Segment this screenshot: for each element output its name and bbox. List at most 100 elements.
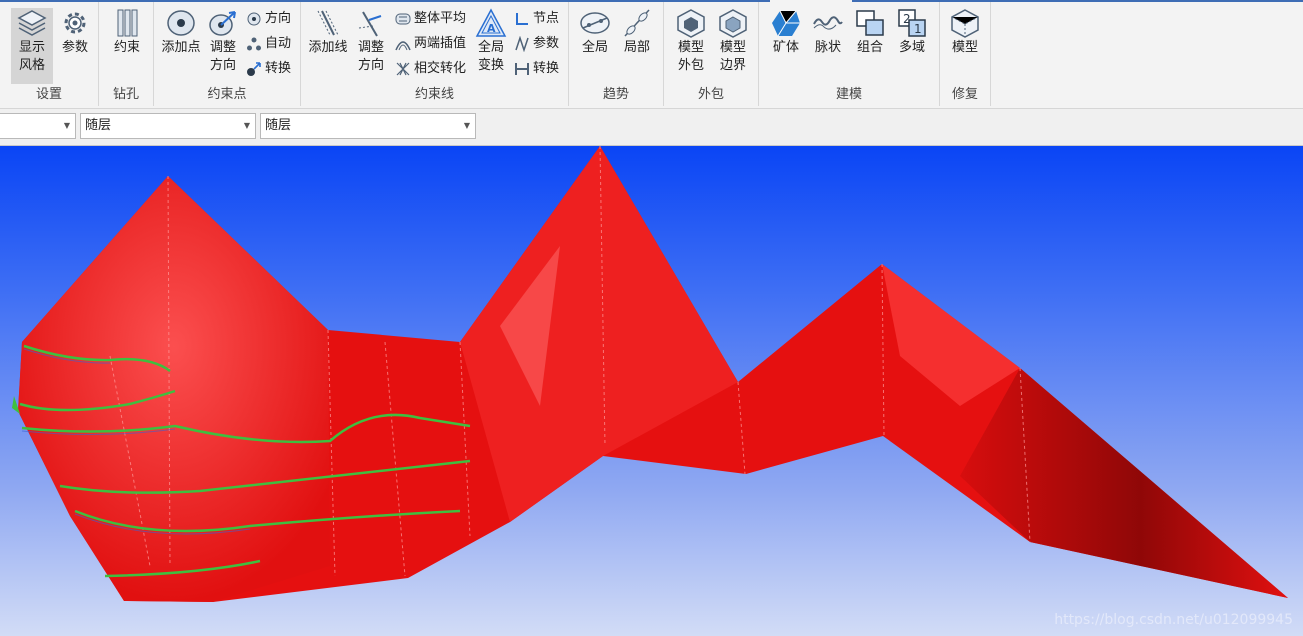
combine-label: 组合 [856, 40, 883, 55]
ribbon-toolbar: 显示 风格 参数 设置 约束 钻孔 添加点 调整 方向 方向 自动 转换 约束点… [0, 0, 1303, 109]
group-label-modeling: 建模 [835, 87, 862, 102]
chevron-down-icon: ▼ [463, 121, 470, 130]
trend-local-label: 局部 [623, 40, 650, 55]
property-bar: ▼ 随层 ▼ 随层 ▼ [0, 109, 1303, 146]
chevron-down-icon: ▼ [243, 121, 250, 130]
trend-local-button[interactable]: 局部 [619, 8, 655, 57]
drill-bars-icon [117, 9, 138, 37]
ore-body-label: 矿体 [772, 40, 799, 55]
adjust-direction-icon [209, 11, 236, 36]
group-label-settings: 设置 [35, 87, 62, 102]
3d-viewport[interactable]: https://blog.csdn.net/u012099945 [0, 146, 1303, 636]
layer-combo-3-value: 随层 [265, 118, 292, 133]
show-grid-button[interactable]: 显示 风格 [11, 8, 53, 84]
convert-icon [247, 61, 261, 76]
adjust-line-icon [358, 11, 382, 37]
global-trend-icon [580, 12, 610, 34]
model-hull-label-2: 外包 [677, 58, 704, 73]
line-node-label: 节点 [533, 11, 560, 26]
global-transform-icon: A [475, 8, 507, 37]
repair-model-button[interactable]: 模型 [946, 8, 984, 57]
svg-text:1: 1 [914, 22, 922, 36]
intersect-convert-label: 相交转化 [414, 61, 467, 76]
layer-combo-2-value: 随层 [85, 118, 112, 133]
point-convert-button[interactable]: 转换 [246, 58, 291, 80]
group-label-hull: 外包 [697, 87, 724, 102]
global-transform-label-1: 全局 [477, 40, 504, 55]
ends-interpolation-icon [395, 40, 411, 50]
vein-label: 脉状 [814, 40, 841, 55]
group-hull: 模型 外包 模型 边界 外包 [664, 2, 759, 106]
adjust-point-direction-label-2: 方向 [209, 58, 236, 73]
point-direction-label: 方向 [265, 11, 292, 26]
add-point-icon [167, 10, 195, 36]
layer-combo-3[interactable]: 随层 ▼ [260, 113, 476, 139]
line-param-button[interactable]: 参数 [514, 33, 559, 55]
group-constraint-line: 添加线 调整 方向 整体平均 两端插值 相交转化 A 全局 变换 节点 参数 转… [301, 2, 569, 106]
ends-interpolation-button[interactable]: 两端插值 [395, 33, 466, 55]
repair-model-label: 模型 [951, 40, 978, 55]
repair-model-icon [951, 9, 979, 38]
add-point-button[interactable]: 添加点 [160, 8, 202, 57]
ends-interpolation-label: 两端插值 [414, 36, 467, 51]
vein-button[interactable]: 脉状 [809, 8, 847, 57]
adjust-point-direction-button[interactable]: 调整 方向 [204, 8, 242, 75]
intersect-icon [396, 62, 410, 75]
overall-average-button[interactable]: 整体平均 [395, 8, 466, 30]
line-node-button[interactable]: 节点 [514, 8, 559, 30]
ore-surface-right-dark [960, 368, 1288, 598]
model-boundary-icon [719, 9, 747, 38]
overall-average-label: 整体平均 [414, 11, 467, 26]
params-label: 参数 [61, 40, 88, 55]
line-convert-label: 转换 [533, 61, 560, 76]
point-direction-button[interactable]: 方向 [246, 8, 291, 30]
drill-constraint-button[interactable]: 约束 [109, 8, 145, 57]
multi-domain-button[interactable]: 2 1 多域 [893, 8, 931, 57]
multi-domain-icon: 2 1 [898, 9, 926, 37]
drill-constraint-label: 约束 [113, 40, 140, 55]
layer-combo-2[interactable]: 随层 ▼ [80, 113, 256, 139]
adjust-line-direction-button[interactable]: 调整 方向 [352, 8, 390, 75]
group-label-trend: 趋势 [602, 87, 629, 102]
add-point-label: 添加点 [161, 40, 201, 55]
global-transform-button[interactable]: A 全局 变换 [473, 8, 509, 75]
group-trend: 全局 局部 趋势 [569, 2, 664, 106]
params-button[interactable]: 参数 [56, 8, 94, 57]
model-boundary-label-1: 模型 [719, 40, 746, 55]
layer-combo-1[interactable]: ▼ [0, 113, 76, 139]
gear-icon [64, 12, 86, 34]
group-constraint-point: 添加点 调整 方向 方向 自动 转换 约束点 [154, 2, 301, 106]
model-hull-button[interactable]: 模型 外包 [672, 8, 710, 75]
ore-body-button[interactable]: 矿体 [767, 8, 805, 57]
show-grid-label: 显示 风格 [18, 40, 45, 73]
line-convert-button[interactable]: 转换 [514, 58, 559, 80]
point-auto-button[interactable]: 自动 [246, 33, 291, 55]
watermark-text: https://blog.csdn.net/u012099945 [1054, 612, 1293, 628]
ore-surface-shade-left [18, 176, 330, 602]
svg-text:A: A [487, 22, 496, 35]
multi-domain-label: 多域 [898, 40, 925, 55]
group-label-constraint-point: 约束点 [207, 87, 247, 102]
auto-icon [247, 37, 261, 50]
adjust-line-direction-label-2: 方向 [357, 58, 384, 73]
intersect-convert-button[interactable]: 相交转化 [395, 58, 466, 80]
vein-icon [813, 16, 843, 30]
trend-global-button[interactable]: 全局 [577, 8, 613, 57]
add-line-button[interactable]: 添加线 [307, 8, 349, 57]
group-settings: 显示 风格 参数 设置 [0, 2, 99, 106]
overall-average-icon [395, 13, 411, 24]
direction-icon [247, 12, 261, 25]
local-trend-icon [624, 9, 650, 37]
line-param-label: 参数 [533, 36, 560, 51]
group-label-constraint-line: 约束线 [414, 87, 454, 102]
point-convert-label: 转换 [265, 61, 292, 76]
line-convert-icon [515, 62, 529, 75]
model-boundary-button[interactable]: 模型 边界 [714, 8, 752, 75]
ore-body-model [12, 146, 1288, 602]
group-repair: 模型 修复 [940, 2, 991, 106]
global-transform-label-2: 变换 [477, 58, 504, 73]
combine-button[interactable]: 组合 [851, 8, 889, 57]
adjust-point-direction-label-1: 调整 [209, 40, 236, 55]
group-drill: 约束 钻孔 [99, 2, 154, 106]
group-label-repair: 修复 [951, 87, 978, 102]
